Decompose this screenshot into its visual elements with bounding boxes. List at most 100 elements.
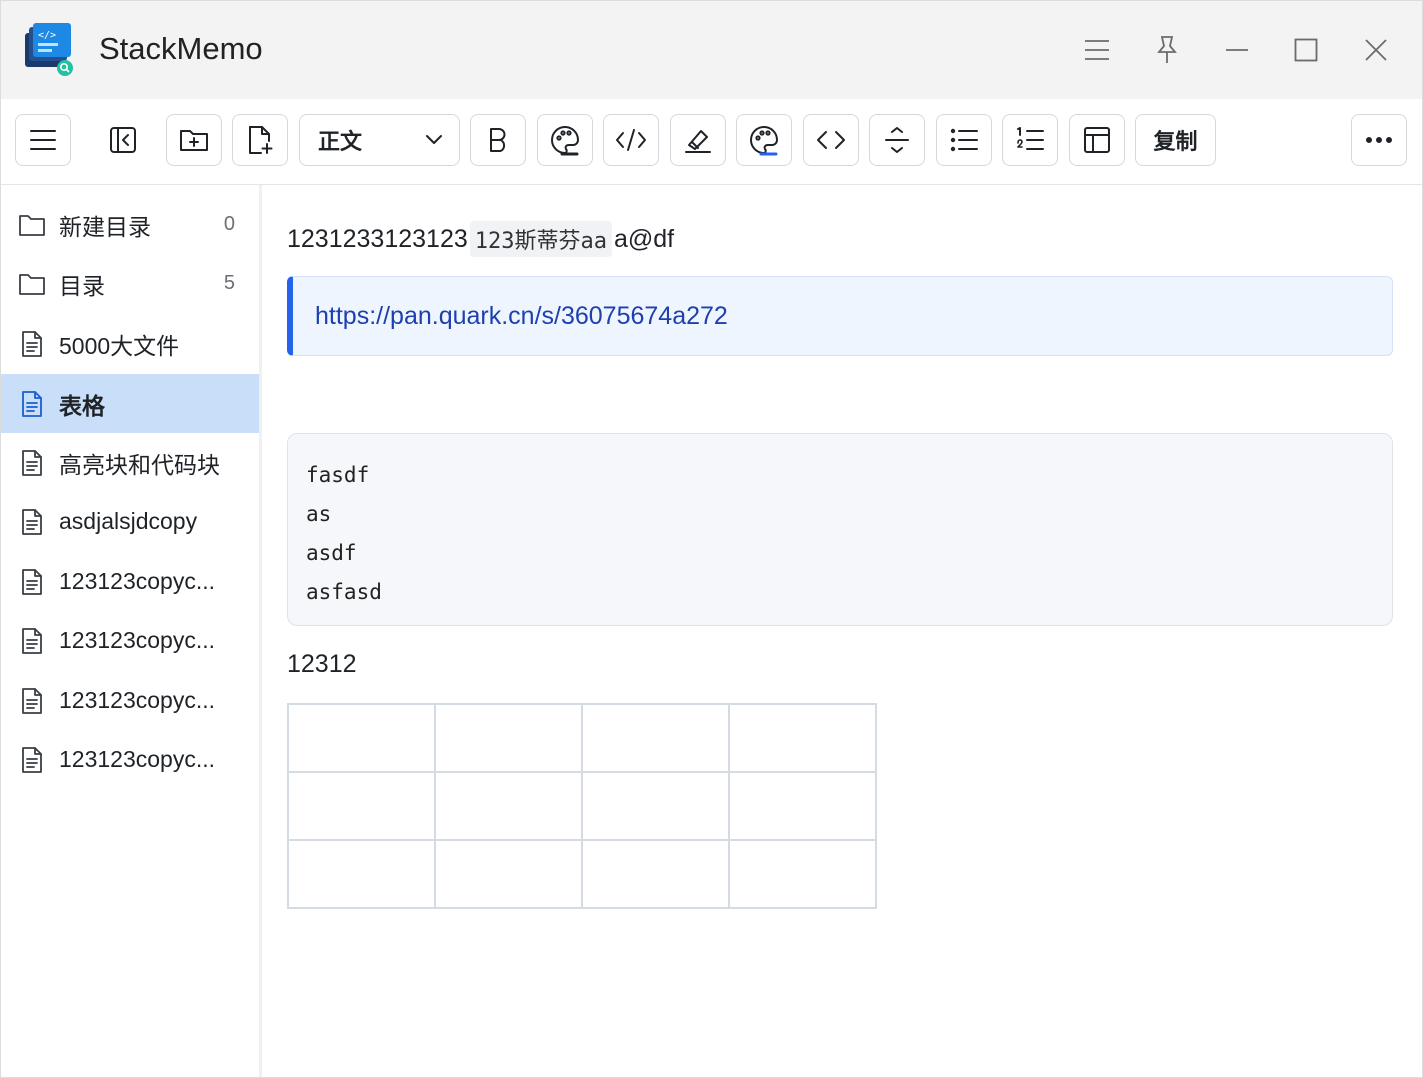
- title-bar: </> StackMemo: [1, 1, 1422, 99]
- background-color-button[interactable]: [736, 114, 792, 166]
- table-cell[interactable]: [287, 839, 436, 909]
- paragraph[interactable]: 1231233123123 123斯蒂芬aa a@df: [287, 221, 674, 257]
- divider-button[interactable]: [869, 114, 925, 166]
- sidebar-item-folder[interactable]: 目录 5: [1, 254, 259, 313]
- text-color-button[interactable]: [537, 114, 593, 166]
- palette-fill-icon: [750, 126, 778, 156]
- document-icon: [18, 746, 46, 774]
- sidebar-item-label: 表格: [59, 392, 105, 419]
- sidebar-item-label: 目录: [59, 272, 105, 299]
- app-title: StackMemo: [99, 31, 263, 66]
- document-icon: [18, 508, 46, 536]
- new-file-button[interactable]: [232, 114, 288, 166]
- palette-icon: [551, 126, 579, 156]
- text-style-select[interactable]: 正文: [299, 114, 460, 166]
- code-line: fasdf: [306, 463, 370, 487]
- sidebar-item-file[interactable]: 123123copyc...: [1, 671, 259, 730]
- sidebar-item-file[interactable]: 123123copyc...: [1, 611, 259, 670]
- close-icon[interactable]: [1356, 30, 1396, 70]
- table-cell[interactable]: [287, 703, 436, 773]
- sidebar-item-count: 5: [223, 272, 235, 294]
- bold-button[interactable]: [470, 114, 526, 166]
- menu-icon[interactable]: [1077, 30, 1117, 70]
- sidebar-item-file[interactable]: 5000大文件: [1, 314, 259, 373]
- more-options-button[interactable]: [1351, 114, 1407, 166]
- callout-link[interactable]: https://pan.quark.cn/s/36075674a272: [315, 302, 728, 331]
- code-block-button[interactable]: [803, 114, 859, 166]
- table-icon: [1084, 127, 1110, 153]
- table-row: [287, 839, 877, 909]
- more-dots-icon: [1366, 137, 1392, 143]
- sidebar-item-label: 123123copyc...: [59, 746, 216, 772]
- sidebar-item-label: 新建目录: [59, 213, 151, 240]
- highlight-button[interactable]: [670, 114, 726, 166]
- collapse-sidebar-button[interactable]: [95, 114, 151, 166]
- toggle-menu-button[interactable]: [15, 114, 71, 166]
- insert-table-button[interactable]: [1069, 114, 1125, 166]
- editor-content[interactable]: 1231233123123 123斯蒂芬aa a@df https://pan.…: [287, 185, 1422, 1077]
- highlighter-icon: [685, 130, 711, 153]
- editor-toolbar: 正文 复制: [1, 99, 1422, 185]
- bullet-list-button[interactable]: [936, 114, 992, 166]
- document-icon: [18, 390, 46, 418]
- bold-icon: [490, 128, 506, 152]
- sidebar-item-label: 123123copyc...: [59, 627, 216, 653]
- horizontal-rule-icon: [885, 127, 909, 153]
- highlight-block[interactable]: https://pan.quark.cn/s/36075674a272: [287, 276, 1393, 356]
- folder-plus-icon: [180, 130, 208, 151]
- paragraph-text: 1231233123123: [287, 224, 468, 253]
- table-row: [287, 771, 877, 841]
- folder-icon: [18, 211, 46, 239]
- file-tree-sidebar: 新建目录 0 目录 5 5000大文件 表格 高亮块和代码块 asdjalsjd…: [1, 185, 262, 1077]
- table-cell[interactable]: [728, 703, 877, 773]
- ordered-list-button[interactable]: [1002, 114, 1058, 166]
- sidebar-item-label: 123123copyc...: [59, 568, 216, 594]
- code-line: as: [306, 502, 332, 526]
- table-cell[interactable]: [728, 839, 877, 909]
- code-slash-icon: [616, 129, 646, 151]
- table-cell[interactable]: [434, 839, 583, 909]
- code-line: asdf: [306, 541, 357, 565]
- paragraph[interactable]: 12312: [287, 650, 357, 679]
- table-cell[interactable]: [287, 771, 436, 841]
- sidebar-item-file[interactable]: 123123copyc...: [1, 730, 259, 789]
- inline-code-button[interactable]: [603, 114, 659, 166]
- app-window: </> StackMemo 正文 复制 新建目录 0 目录 5 5000大文件 …: [0, 0, 1423, 1078]
- sidebar-item-label: 高亮块和代码块: [59, 451, 220, 478]
- ordered-list-icon: [1017, 127, 1044, 150]
- sidebar-item-file[interactable]: 高亮块和代码块: [1, 433, 259, 492]
- content-table: [287, 703, 877, 909]
- maximize-icon[interactable]: [1286, 30, 1326, 70]
- code-block[interactable]: fasdf as asdf asfasd: [287, 433, 1393, 626]
- document-icon: [18, 330, 46, 358]
- table-cell[interactable]: [581, 839, 730, 909]
- minimize-icon[interactable]: [1217, 30, 1257, 70]
- table-cell[interactable]: [434, 703, 583, 773]
- sidebar-collapse-icon: [110, 127, 136, 153]
- sidebar-item-file[interactable]: 123123copyc...: [1, 552, 259, 611]
- document-icon: [18, 627, 46, 655]
- sidebar-item-folder-new[interactable]: 新建目录 0: [1, 195, 259, 254]
- chevron-down-icon: [426, 135, 442, 144]
- inline-code: 123斯蒂芬aa: [469, 221, 612, 257]
- sidebar-item-file[interactable]: asdjalsjdcopy: [1, 492, 259, 551]
- copy-button[interactable]: 复制: [1135, 114, 1216, 166]
- table-cell[interactable]: [581, 703, 730, 773]
- text-style-value: 正文: [318, 129, 363, 154]
- bullet-list-icon: [950, 128, 978, 152]
- table-cell[interactable]: [434, 771, 583, 841]
- new-folder-button[interactable]: [166, 114, 222, 166]
- sidebar-item-file-active[interactable]: 表格: [1, 374, 259, 433]
- document-icon: [18, 449, 46, 477]
- copy-button-label: 复制: [1153, 129, 1198, 154]
- table-cell[interactable]: [728, 771, 877, 841]
- pin-icon[interactable]: [1147, 30, 1187, 70]
- sidebar-item-count: 0: [223, 213, 235, 235]
- sidebar-item-label: 5000大文件: [59, 332, 180, 359]
- sidebar-item-label: asdjalsjdcopy: [59, 508, 198, 534]
- file-plus-icon: [249, 126, 273, 154]
- table-cell[interactable]: [581, 771, 730, 841]
- folder-icon: [18, 270, 46, 298]
- table-row: [287, 703, 877, 773]
- hamburger-icon: [30, 130, 56, 150]
